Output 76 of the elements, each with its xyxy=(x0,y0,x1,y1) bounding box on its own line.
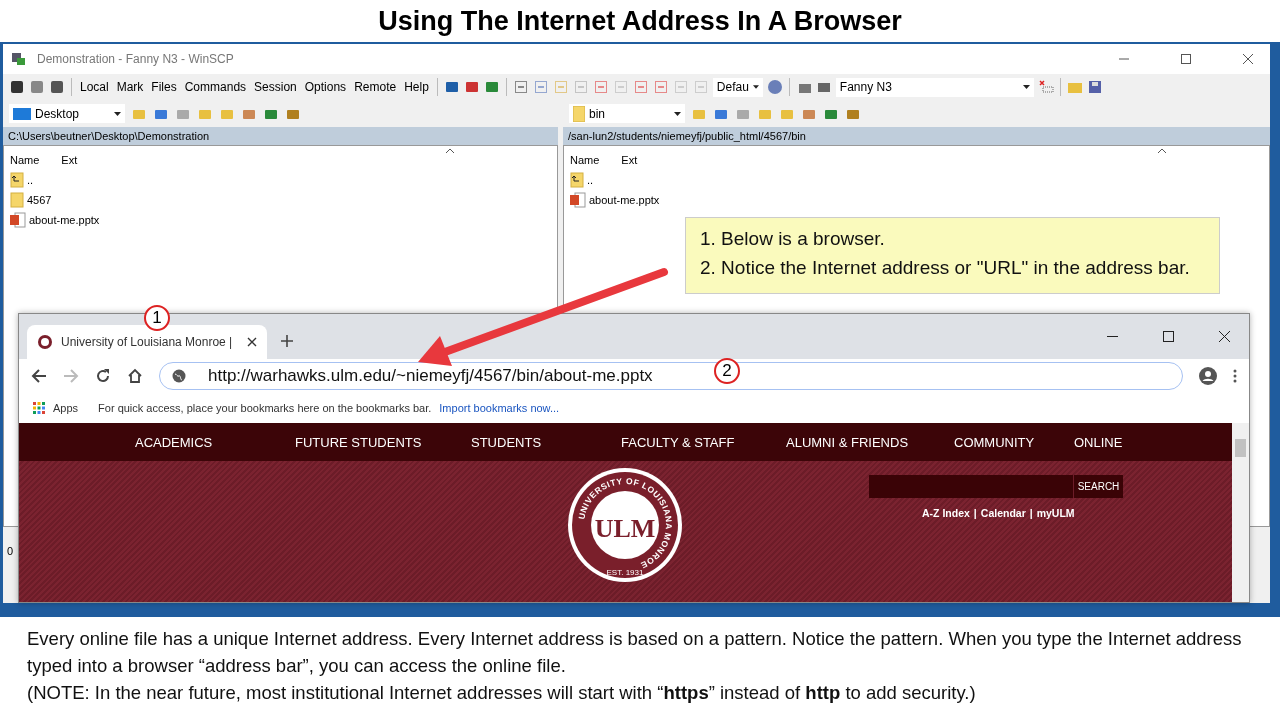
column-header[interactable]: Name xyxy=(10,154,40,166)
search-field[interactable] xyxy=(869,475,1073,498)
folder-icon xyxy=(10,192,24,208)
link-separator: | xyxy=(1029,507,1033,519)
sort-caret-icon xyxy=(445,148,455,154)
note-text: 1. Below is a browser. xyxy=(700,227,886,251)
window-title: Demonstration - Fanny N3 - WinSCP xyxy=(37,52,234,66)
file-name[interactable]: about-me.pptx xyxy=(29,214,100,226)
maximize-icon[interactable] xyxy=(1180,53,1192,65)
reload-icon[interactable] xyxy=(95,368,111,384)
caption-text: Every online file has a unique Internet address. Every Internet address is based on a pattern. Notice the pattern. When you type the Internet address typed into a browser “address bar”, you can access the online file. xyxy=(27,627,1243,678)
location-dropdown[interactable]: Desktop xyxy=(9,104,125,123)
save-icon[interactable] xyxy=(1086,79,1103,95)
app-icon xyxy=(11,51,27,67)
slide-title: Using The Internet Address In A Browser xyxy=(377,4,903,38)
menu-icon[interactable] xyxy=(1233,369,1237,383)
globe-icon[interactable] xyxy=(766,79,783,95)
menu-item[interactable]: Remote xyxy=(352,80,399,94)
menu-item[interactable]: Mark xyxy=(114,80,146,94)
quick-link[interactable]: myULM xyxy=(1036,507,1075,519)
globe-icon xyxy=(172,369,186,383)
new-tab-icon[interactable] xyxy=(281,335,293,347)
file-name[interactable]: about-me.pptx xyxy=(589,194,660,206)
quick-link[interactable]: Calendar xyxy=(980,507,1026,519)
desktop-icon xyxy=(13,107,31,120)
transfer-settings-dropdown[interactable]: Defau xyxy=(712,77,763,97)
apps-link[interactable]: Apps xyxy=(53,402,91,414)
nav-link[interactable]: ALUMNI & FRIENDS xyxy=(786,423,909,461)
import-bookmarks-link[interactable]: Import bookmarks now... xyxy=(439,402,560,414)
powerpoint-file-icon xyxy=(10,212,26,228)
column-header[interactable]: Ext xyxy=(621,154,638,166)
column-header[interactable]: Ext xyxy=(61,154,78,166)
menu-item[interactable]: Session xyxy=(252,80,299,94)
file-name[interactable]: .. xyxy=(27,174,34,186)
menu-item[interactable]: Help xyxy=(402,80,431,94)
menu-item[interactable]: Options xyxy=(302,80,349,94)
search-button[interactable]: SEARCH xyxy=(1073,475,1123,498)
folder-icon xyxy=(573,105,585,122)
nav-link[interactable]: COMMUNITY xyxy=(954,423,1035,461)
nav-link[interactable]: ACADEMICS xyxy=(135,423,213,461)
caption-text: (NOTE: In the near future, most institutional Internet addresses will start with “https” instead of http to add security.) xyxy=(27,681,977,705)
scrollbar[interactable] xyxy=(1232,423,1249,602)
close-icon[interactable] xyxy=(1219,331,1230,342)
powerpoint-file-icon xyxy=(570,192,586,208)
menu-item[interactable]: Commands xyxy=(182,80,249,94)
caret-icon xyxy=(114,111,121,116)
sort-caret-icon xyxy=(1157,148,1167,154)
menu-item[interactable]: Local xyxy=(78,80,111,94)
note-text: 2. Notice the Internet address or "URL" in the address bar. xyxy=(700,256,1191,280)
nav-link[interactable]: FACULTY & STAFF xyxy=(621,423,735,461)
status-text: 0 xyxy=(7,545,14,557)
menu-item[interactable]: Files xyxy=(149,80,179,94)
browser-tab[interactable]: University of Louisiana Monroe | xyxy=(27,325,267,359)
path-bar: C:\Users\beutner\Desktop\Demonstration xyxy=(3,127,558,145)
bookmarks-hint: For quick access, place your bookmarks here on the bookmarks bar. xyxy=(98,402,432,414)
nav-link[interactable]: STUDENTS xyxy=(471,423,542,461)
close-icon[interactable] xyxy=(1242,53,1254,65)
location-dropdown[interactable]: bin xyxy=(569,104,685,123)
quick-link[interactable]: A-Z Index xyxy=(922,507,970,519)
disconnect-icon[interactable] xyxy=(1037,79,1054,95)
profile-icon[interactable] xyxy=(1199,367,1217,385)
session-dropdown[interactable]: Fanny N3 xyxy=(835,77,1034,97)
path-bar: /san-lun2/students/niemeyfj/public_html/4567/bin xyxy=(563,127,1270,145)
caret-icon xyxy=(674,111,681,116)
close-tab-icon[interactable] xyxy=(247,337,257,347)
link-separator: | xyxy=(973,507,977,519)
nav-link[interactable]: ONLINE xyxy=(1074,423,1123,461)
nav-link[interactable]: FUTURE STUDENTS xyxy=(295,423,422,461)
column-header[interactable]: Name xyxy=(570,154,600,166)
caret-icon xyxy=(752,85,759,89)
caret-icon xyxy=(1022,85,1030,89)
apps-icon[interactable] xyxy=(33,402,45,414)
file-name[interactable]: .. xyxy=(587,174,594,186)
file-name[interactable]: 4567 xyxy=(27,194,52,206)
maximize-icon[interactable] xyxy=(1163,331,1174,342)
favicon-icon xyxy=(37,334,53,350)
